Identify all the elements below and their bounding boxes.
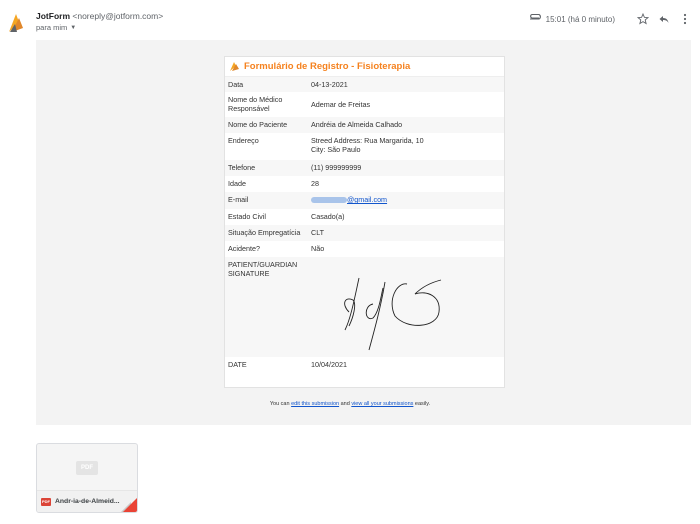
jotform-logo-icon (230, 62, 239, 71)
pdf-attachment[interactable]: PDF PDF Andr-ia-de-Almeid... (36, 443, 138, 513)
view-submissions-link[interactable]: view all your submissions (351, 401, 413, 407)
sender-info: JotForm <noreply@jotform.com> (36, 11, 163, 22)
table-row: PATIENT/GUARDIAN SIGNATURE (225, 257, 504, 357)
caret-down-icon: ▼ (70, 24, 77, 31)
footer-prefix: You can (269, 401, 292, 407)
row-label: PATIENT/GUARDIAN SIGNATURE (225, 257, 308, 357)
row-label: Nome do Paciente (225, 117, 308, 133)
row-value: 04-13-2021 (308, 77, 504, 92)
attachment-clip-icon (529, 14, 541, 20)
footer-suffix: easily. (413, 401, 431, 407)
row-value: 28 (308, 176, 504, 192)
table-row: Nome do Médico Responsável Ademar de Fre… (225, 92, 504, 117)
table-row: DATE 10/04/2021 (225, 357, 504, 374)
row-value: Casado(a) (308, 209, 504, 225)
pdf-corner-icon (123, 498, 137, 512)
jotform-logo-avatar (9, 14, 23, 32)
pdf-icon: PDF (41, 497, 51, 506)
signature-cell (308, 257, 504, 357)
row-label: Estado Civil (225, 209, 308, 225)
redacted-email-local-part (311, 197, 347, 204)
address-street: Streed Address: Rua Margarida, 10 (311, 136, 424, 145)
row-value: Streed Address: Rua Margarida, 10 City: … (308, 133, 504, 160)
attachment-name: Andr-ia-de-Almeid... (55, 498, 120, 505)
email-link[interactable]: @gmail.com (311, 195, 387, 204)
pdf-thumb-icon: PDF (76, 461, 98, 475)
email-domain: @gmail.com (347, 195, 388, 204)
message-time: 15:01 (há 0 minuto) (545, 14, 615, 24)
message-actions: 15:01 (há 0 minuto) (529, 12, 692, 26)
attachment-thumbnail: PDF (37, 444, 137, 492)
sender-address: <noreply@jotform.com> (72, 11, 164, 21)
row-label: Acidente? (225, 241, 308, 257)
row-label: Telefone (225, 160, 308, 176)
star-icon[interactable] (636, 12, 650, 26)
form-submission-card: Formulário de Registro - Fisioterapia Da… (224, 56, 505, 388)
row-label: DATE (225, 357, 308, 374)
row-value: @gmail.com (308, 192, 504, 209)
row-label: Data (225, 77, 308, 92)
recipient-label: para mim (36, 23, 68, 32)
row-label: E-mail (225, 192, 308, 209)
table-row: Telefone (11) 999999999 (225, 160, 504, 176)
form-title-text: Formulário de Registro - Fisioterapia (244, 61, 411, 72)
table-row: Acidente? Não (225, 241, 504, 257)
table-row: Idade 28 (225, 176, 504, 192)
recipient-toggle[interactable]: para mim ▼ (36, 23, 76, 32)
reply-icon[interactable] (657, 12, 671, 26)
row-value-text: Ademar de Freitas (311, 100, 371, 109)
row-label: Idade (225, 176, 308, 192)
row-value: CLT (308, 225, 504, 241)
row-value: 10/04/2021 (308, 357, 504, 374)
table-row: Estado Civil Casado(a) (225, 209, 504, 225)
submission-footer: You can edit this submission and view al… (0, 401, 700, 407)
row-label: Nome do Médico Responsável (225, 92, 308, 117)
edit-submission-link[interactable]: edit this submission (291, 401, 339, 407)
footer-middle: and (339, 401, 352, 407)
row-value: Ademar de Freitas (308, 92, 504, 117)
row-value: Andréia de Almeida Calhado (308, 117, 504, 133)
table-row: Data 04-13-2021 (225, 77, 504, 92)
row-value: (11) 999999999 (308, 160, 504, 176)
row-label: Endereço (225, 133, 308, 160)
sender-name: JotForm (36, 11, 70, 21)
address-city: City: São Paulo (311, 145, 361, 154)
row-label: Situação Empregatícia (225, 225, 308, 241)
table-row: Situação Empregatícia CLT (225, 225, 504, 241)
form-title: Formulário de Registro - Fisioterapia (225, 57, 504, 77)
row-value: Não (308, 241, 504, 257)
signature-image (344, 277, 442, 351)
table-row: Nome do Paciente Andréia de Almeida Calh… (225, 117, 504, 133)
submission-table: Data 04-13-2021 Nome do Médico Responsáv… (225, 77, 504, 374)
more-options-icon[interactable] (678, 12, 692, 26)
table-row: E-mail @gmail.com (225, 192, 504, 209)
table-row: Endereço Streed Address: Rua Margarida, … (225, 133, 504, 160)
